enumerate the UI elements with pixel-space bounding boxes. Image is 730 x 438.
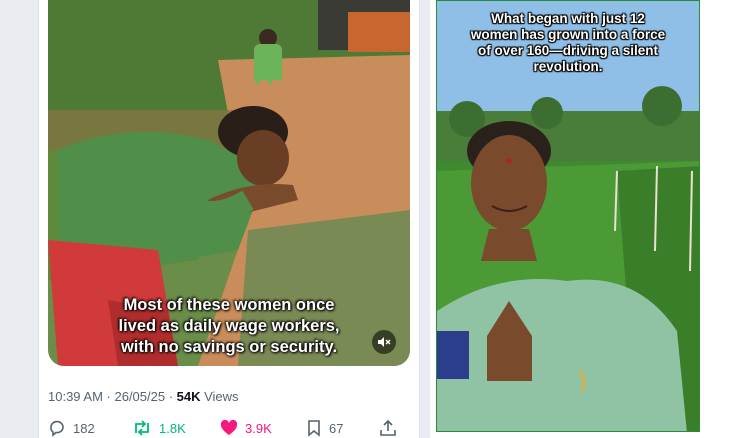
video-caption: Most of these women once lived as daily …: [48, 295, 410, 358]
bookmark-count: 67: [329, 420, 344, 436]
headline-line: What began with just 12: [491, 11, 645, 26]
post-image[interactable]: What began with just 12 women has grown …: [436, 0, 700, 432]
image-headline: What began with just 12 women has grown …: [437, 11, 699, 75]
mute-button[interactable]: [372, 330, 396, 354]
views-label: Views: [200, 389, 239, 404]
action-bar: 182 1.8K 3.9K 67: [48, 418, 410, 438]
speaker-muted-icon: [378, 337, 391, 347]
reply-button[interactable]: 182: [48, 419, 95, 437]
like-count: 3.9K: [245, 420, 272, 436]
reply-count: 182: [73, 420, 95, 436]
right-post-card: What began with just 12 women has grown …: [430, 0, 730, 438]
caption-line: Most of these women once: [123, 296, 335, 314]
headline-line: of over 160—driving a silent: [477, 43, 659, 58]
bookmark-icon: [308, 420, 320, 437]
repost-icon: [135, 420, 149, 436]
share-icon: [380, 419, 396, 436]
caption-line: lived as daily wage workers,: [118, 317, 340, 335]
post-timestamp[interactable]: 10:39 AM · 26/05/25 ·: [48, 389, 177, 404]
repost-button[interactable]: 1.8K: [132, 419, 186, 437]
like-button[interactable]: 3.9K: [220, 419, 272, 437]
caption-line: with no savings or security.: [120, 338, 338, 356]
heart-icon: [220, 419, 238, 435]
headline-line: women has grown into a force: [470, 27, 666, 42]
post-meta: 10:39 AM · 26/05/25 · 54K Views: [48, 389, 239, 404]
share-button[interactable]: [379, 419, 404, 437]
left-post-card: Most of these women once lived as daily …: [38, 0, 420, 438]
views-count: 54K: [176, 389, 201, 404]
repost-count: 1.8K: [159, 420, 186, 436]
bookmark-button[interactable]: 67: [306, 419, 343, 437]
headline-line: revolution.: [533, 59, 603, 74]
video-player[interactable]: Most of these women once lived as daily …: [48, 0, 410, 366]
reply-icon: [50, 420, 64, 437]
